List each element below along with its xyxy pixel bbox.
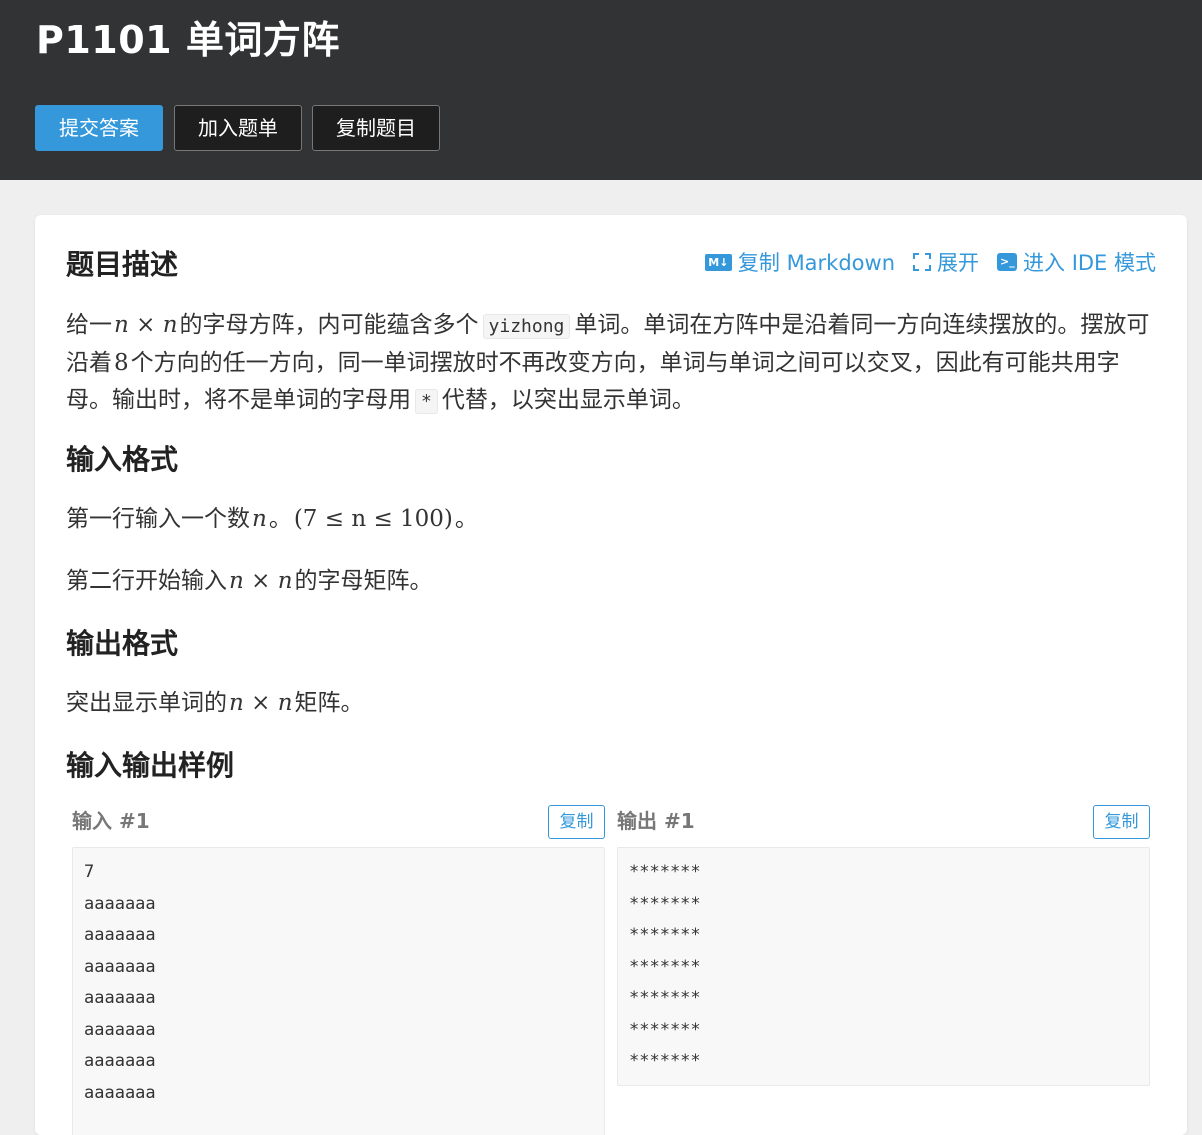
expand-label: 展开 xyxy=(937,251,980,275)
description-text: 给一n × n的字母方阵，内可能蕴含多个 yizhong 单词。单词在方阵中是沿着同… xyxy=(66,307,1161,420)
text: 。 xyxy=(454,506,478,532)
math-n: n xyxy=(252,506,267,532)
sample-input-label: 输入 #1 xyxy=(72,809,150,833)
add-to-list-button[interactable]: 加入题单 xyxy=(174,105,302,151)
output-format-line: 突出显示单词的n × n矩阵。 xyxy=(66,685,1161,722)
terminal-icon: >_ xyxy=(997,253,1018,271)
math-eight: 8 xyxy=(114,350,129,376)
inline-code-yizhong: yizhong xyxy=(482,314,571,339)
text: 的字母矩阵。 xyxy=(294,568,433,594)
copy-markdown-link[interactable]: M↓ 复制 Markdown xyxy=(704,247,896,277)
problem-toolbar: M↓ 复制 Markdown 展开 >_ 进入 IDE 模式 xyxy=(704,245,1156,279)
description-heading: 题目描述 xyxy=(66,248,179,281)
math-n-times-n: n × n xyxy=(229,568,293,594)
problem-header: P1101 单词方阵 提交答案 加入题单 复制题目 xyxy=(0,0,1202,180)
input-format-line-2: 第二行开始输入n × n的字母矩阵。 xyxy=(66,563,1161,600)
markdown-icon: M↓ xyxy=(704,253,732,271)
copy-output-button[interactable]: 复制 xyxy=(1093,805,1150,839)
samples-heading: 输入输出样例 xyxy=(66,749,235,782)
sample-output-label: 输出 #1 xyxy=(617,809,695,833)
math-n-times-n: n × n xyxy=(114,312,178,338)
expand-link[interactable]: 展开 xyxy=(913,247,979,277)
math-range: (7 ≤ n ≤ 100) xyxy=(293,506,453,532)
expand-icon xyxy=(913,253,932,271)
inline-code-asterisk: * xyxy=(415,389,438,414)
sample-output-block[interactable]: ******* ******* ******* ******* ******* … xyxy=(617,847,1150,1086)
copy-input-button[interactable]: 复制 xyxy=(548,805,605,839)
copy-problem-button[interactable]: 复制题目 xyxy=(312,105,440,151)
input-format-line-1: 第一行输入一个数n。(7 ≤ n ≤ 100)。 xyxy=(66,501,1161,538)
text: 第二行开始输入 xyxy=(66,568,227,594)
text: 突出显示单词的 xyxy=(66,690,227,716)
submit-answer-button[interactable]: 提交答案 xyxy=(35,105,163,151)
math-n-times-n: n × n xyxy=(229,690,293,716)
ide-mode-label: 进入 IDE 模式 xyxy=(1023,251,1156,275)
problem-title: P1101 单词方阵 xyxy=(36,18,340,62)
ide-mode-link[interactable]: >_ 进入 IDE 模式 xyxy=(997,247,1156,277)
text: 。 xyxy=(268,506,292,532)
sample-input-block[interactable]: 7 aaaaaaa aaaaaaa aaaaaaa aaaaaaa aaaaaa… xyxy=(72,847,605,1135)
output-format-heading: 输出格式 xyxy=(66,627,179,660)
text: 第一行输入一个数 xyxy=(66,506,250,532)
text: 矩阵。 xyxy=(294,690,364,716)
desc-part-5: 代替，以突出显示单词。 xyxy=(441,387,695,413)
desc-part-2: 的字母方阵，内可能蕴含多个 xyxy=(179,312,479,338)
copy-markdown-label: 复制 Markdown xyxy=(737,251,896,275)
desc-part-1: 给一 xyxy=(66,312,112,338)
input-format-heading: 输入格式 xyxy=(66,443,179,476)
problem-card: 题目描述 M↓ 复制 Markdown 展开 >_ 进入 IDE 模式 给一n … xyxy=(35,215,1187,1135)
